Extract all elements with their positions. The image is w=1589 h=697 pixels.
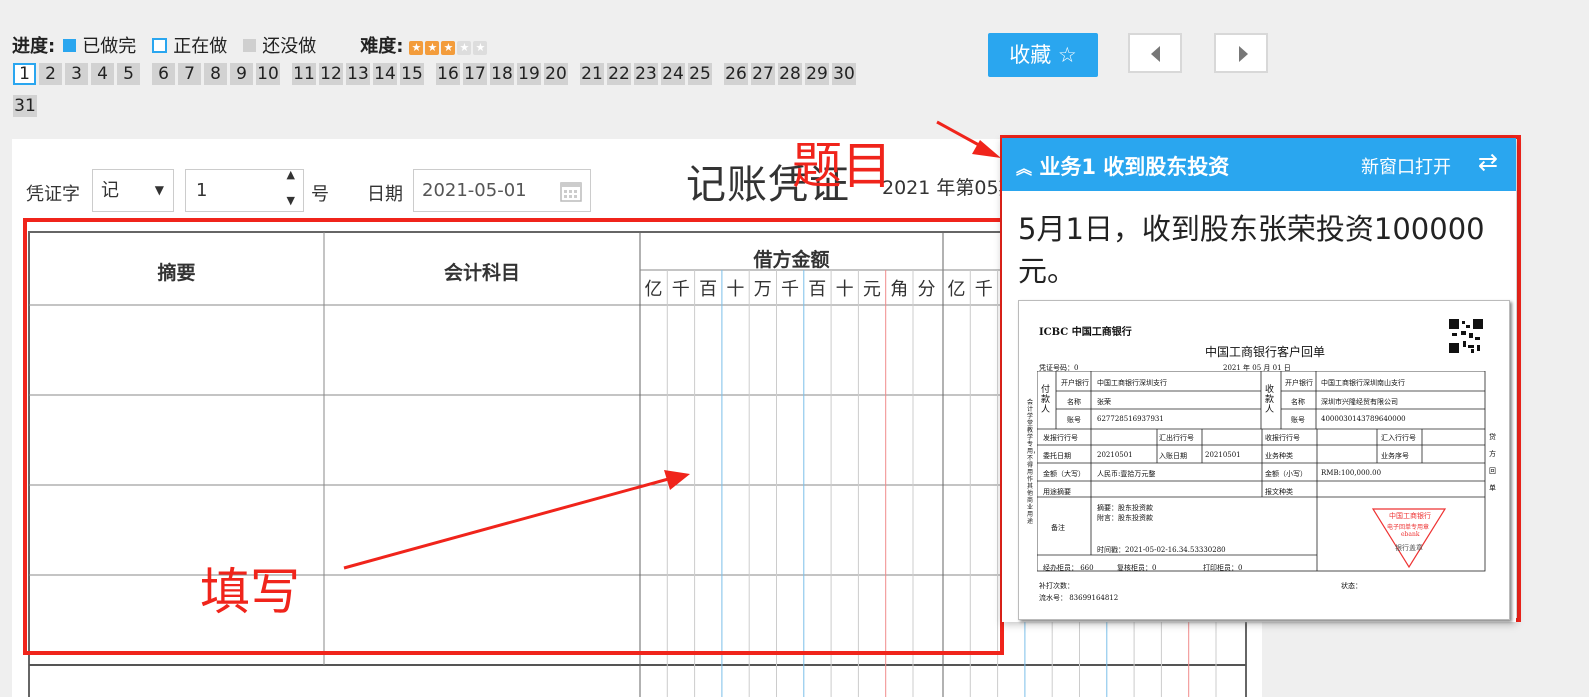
purpose-label: 用途摘要 bbox=[1043, 488, 1071, 496]
in-bank-no: 汇入行行号 bbox=[1381, 434, 1416, 442]
collapse-icon[interactable]: ︽ bbox=[1016, 159, 1032, 178]
remit-bank-no: 汇出行行号 bbox=[1159, 434, 1194, 442]
recv-bank-no: 收报行行号 bbox=[1265, 434, 1300, 442]
payee-name-label: 名称 bbox=[1291, 398, 1305, 406]
receipt-status: 状态： bbox=[1341, 582, 1362, 590]
topic-annotation: 题目 bbox=[792, 137, 892, 195]
receipt-time: 时间戳：2021-05-02-16.34.53330280 bbox=[1097, 546, 1226, 554]
payee-name: 深圳市兴隆经贸有限公司 bbox=[1321, 398, 1398, 406]
receipt-printer: 打印柜员：0 bbox=[1203, 564, 1243, 572]
payee-bank: 中国工商银行深圳南山支行 bbox=[1321, 379, 1405, 387]
entry-date: 20210501 bbox=[1205, 451, 1241, 459]
payer-name: 张荣 bbox=[1097, 398, 1111, 406]
amount-lower: RMB:100,000.00 bbox=[1321, 469, 1382, 477]
payee-label: 收款人 bbox=[1265, 385, 1275, 415]
fill-annotation: 填写 bbox=[200, 563, 300, 621]
payer-account-label: 账号 bbox=[1067, 416, 1081, 424]
fill-arrow-line bbox=[343, 476, 673, 570]
stamp-text-4: 银行盖章 bbox=[1395, 544, 1423, 552]
bank-receipt-image: ICBC 中国工商银行 中国工商银行客户回单 凭证号码：0 2021 年 05 … bbox=[1018, 300, 1510, 620]
receipt-serial: 流水号： 83699164812 bbox=[1039, 594, 1119, 602]
payer-bank-label: 开户银行 bbox=[1061, 379, 1089, 387]
task-title[interactable]: ︽ 业务1 收到股东投资 bbox=[1016, 151, 1229, 181]
side-note-right: 贷方回单 bbox=[1489, 433, 1496, 492]
fill-area-highlight bbox=[23, 218, 1004, 655]
receipt-title: 中国工商银行客户回单 bbox=[1205, 345, 1326, 359]
msg-type: 报文种类 bbox=[1265, 488, 1293, 496]
amount-upper-label: 金额（大写） bbox=[1043, 470, 1085, 478]
side-note-left: 会计学堂教学专用，不得用作其他商业用途 bbox=[1027, 399, 1040, 525]
task-panel-header: ︽ 业务1 收到股东投资 新窗口打开 ⇄ bbox=[1002, 138, 1516, 191]
payee-account-label: 账号 bbox=[1291, 416, 1305, 424]
commission-date: 20210501 bbox=[1097, 451, 1133, 459]
amount-upper: 人民币:壹拾万元整 bbox=[1097, 470, 1156, 478]
fill-arrow-head bbox=[664, 470, 690, 490]
biz-type: 业务种类 bbox=[1265, 452, 1293, 460]
send-bank-no: 发报行行号 bbox=[1043, 434, 1078, 442]
biz-seq: 业务序号 bbox=[1381, 452, 1409, 460]
stamp-text-1: 中国工商银行 bbox=[1389, 512, 1431, 520]
open-new-window-link[interactable]: 新窗口打开 bbox=[1361, 153, 1451, 179]
payer-label: 付款人 bbox=[1041, 385, 1051, 415]
payer-bank: 中国工商银行深圳支行 bbox=[1097, 379, 1167, 387]
task-panel: ︽ 业务1 收到股东投资 新窗口打开 ⇄ 5月1日，收到股东张荣投资100000… bbox=[1002, 138, 1516, 622]
receipt-checker: 复核柜员：0 bbox=[1117, 564, 1157, 572]
receipt-teller: 经办柜员： 660 bbox=[1043, 564, 1094, 572]
entry-date-label: 入账日期 bbox=[1159, 452, 1187, 460]
remark-2: 附言：股东投资款 bbox=[1097, 514, 1153, 522]
amount-lower-label: 金额（小写） bbox=[1265, 470, 1307, 478]
swap-icon[interactable]: ⇄ bbox=[1478, 148, 1498, 176]
payer-name-label: 名称 bbox=[1067, 398, 1081, 406]
stamp-text-3: ebank bbox=[1401, 531, 1420, 538]
task-question: 5月1日，收到股东张荣投资100000元。 bbox=[1018, 212, 1485, 288]
payee-account: 4000030143789640000 bbox=[1321, 415, 1406, 423]
receipt-reprint: 补打次数： bbox=[1039, 582, 1074, 590]
remark-label: 备注 bbox=[1051, 524, 1065, 532]
qr-code-icon bbox=[1449, 319, 1483, 353]
commission-date-label: 委托日期 bbox=[1043, 452, 1071, 460]
remark-1: 摘要：股东投资款 bbox=[1097, 504, 1153, 512]
bank-logo: ICBC 中国工商银行 bbox=[1039, 327, 1132, 338]
payer-account: 627728516937931 bbox=[1097, 415, 1164, 423]
stamp-text-2: 电子回单专用章 bbox=[1387, 524, 1430, 531]
payee-bank-label: 开户银行 bbox=[1285, 379, 1313, 387]
